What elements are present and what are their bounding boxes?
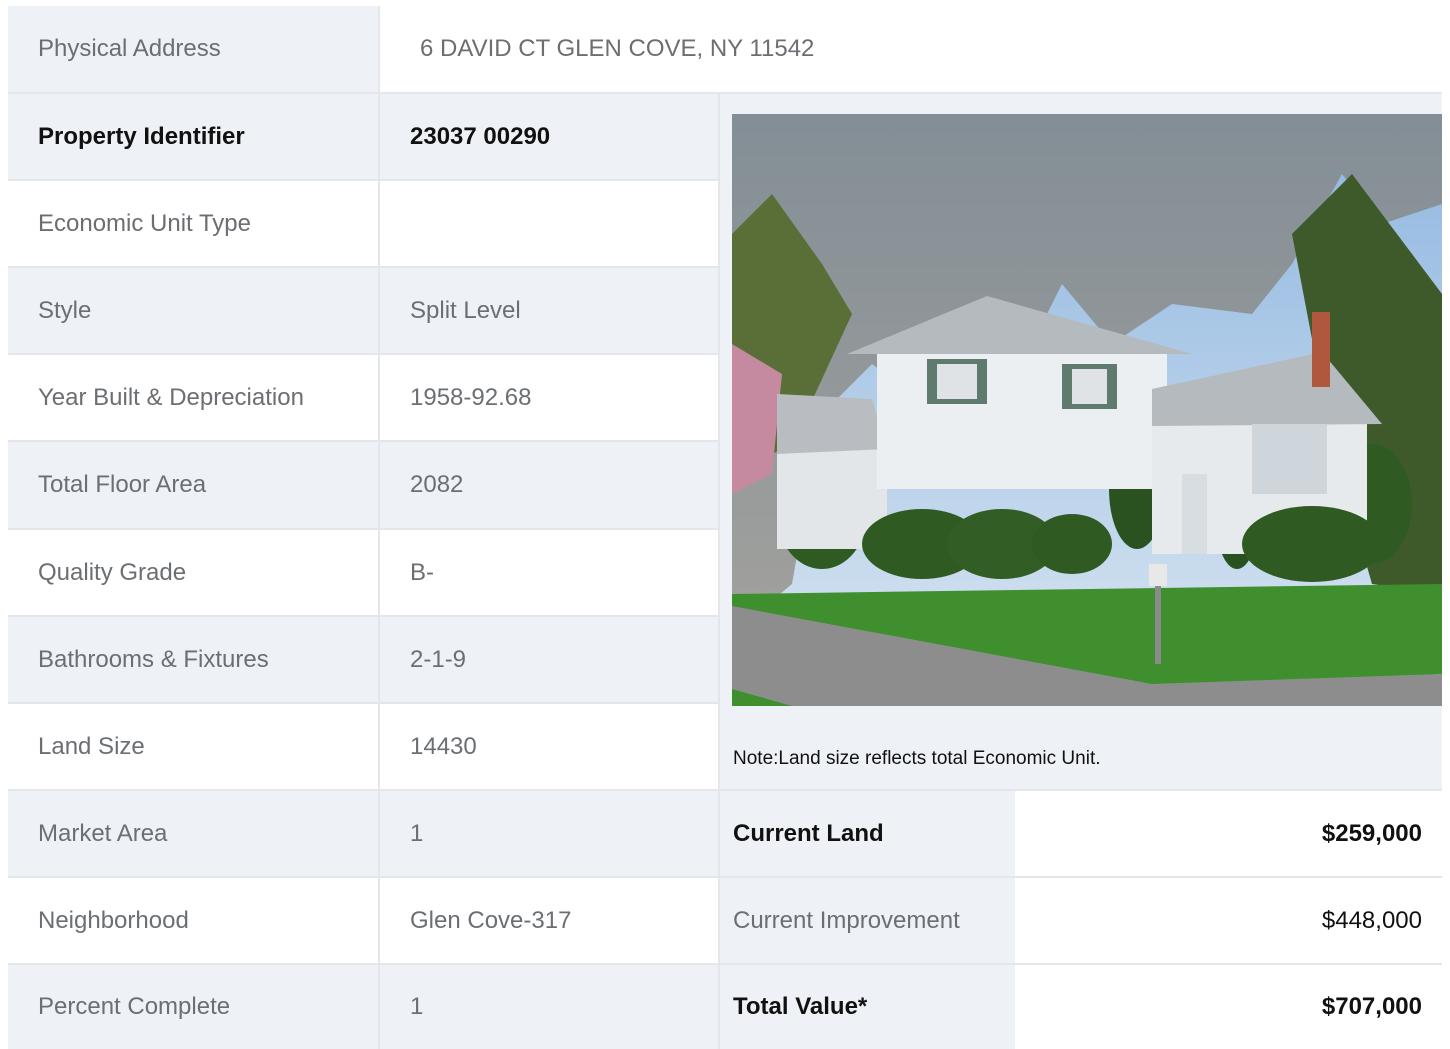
address-value: 6 DAVID CT GLEN COVE, NY 11542 [380, 6, 1442, 94]
economic-unit-type-label: Economic Unit Type [8, 181, 380, 268]
property-identifier-label: Property Identifier [8, 94, 380, 181]
style-label: Style [8, 268, 380, 355]
total-floor-area-value: 2082 [380, 442, 720, 530]
style-value: Split Level [380, 268, 720, 355]
year-built-value: 1958-92.68 [380, 355, 720, 442]
total-value-value: $707,000 [1015, 965, 1442, 1049]
quality-grade-label: Quality Grade [8, 530, 380, 617]
land-size-value: 14430 [380, 704, 720, 791]
current-improvement-label: Current Improvement [720, 878, 1015, 965]
land-size-note: Note:Land size reflects total Economic U… [733, 748, 1101, 769]
address-label: Physical Address [8, 6, 380, 94]
current-land-value: $259,000 [1015, 791, 1442, 878]
current-improvement-value: $448,000 [1015, 878, 1442, 965]
market-area-label: Market Area [8, 791, 380, 878]
total-floor-area-label: Total Floor Area [8, 442, 380, 530]
year-built-label: Year Built & Depreciation [8, 355, 380, 442]
house-photo-icon [732, 114, 1442, 706]
bathrooms-label: Bathrooms & Fixtures [8, 617, 380, 704]
bathrooms-value: 2-1-9 [380, 617, 720, 704]
house-photo [732, 114, 1442, 706]
neighborhood-label: Neighborhood [8, 878, 380, 965]
current-land-label: Current Land [720, 791, 1015, 878]
total-value-label: Total Value* [720, 965, 1015, 1049]
neighborhood-value: Glen Cove-317 [380, 878, 720, 965]
property-identifier-value: 23037 00290 [380, 94, 720, 181]
quality-grade-value: B- [380, 530, 720, 617]
land-size-label: Land Size [8, 704, 380, 791]
market-area-value: 1 [380, 791, 720, 878]
economic-unit-type-value [380, 181, 720, 268]
percent-complete-value: 1 [380, 965, 720, 1049]
percent-complete-label: Percent Complete [8, 965, 380, 1049]
property-record-table: Physical Address 6 DAVID CT GLEN COVE, N… [8, 6, 1442, 1049]
